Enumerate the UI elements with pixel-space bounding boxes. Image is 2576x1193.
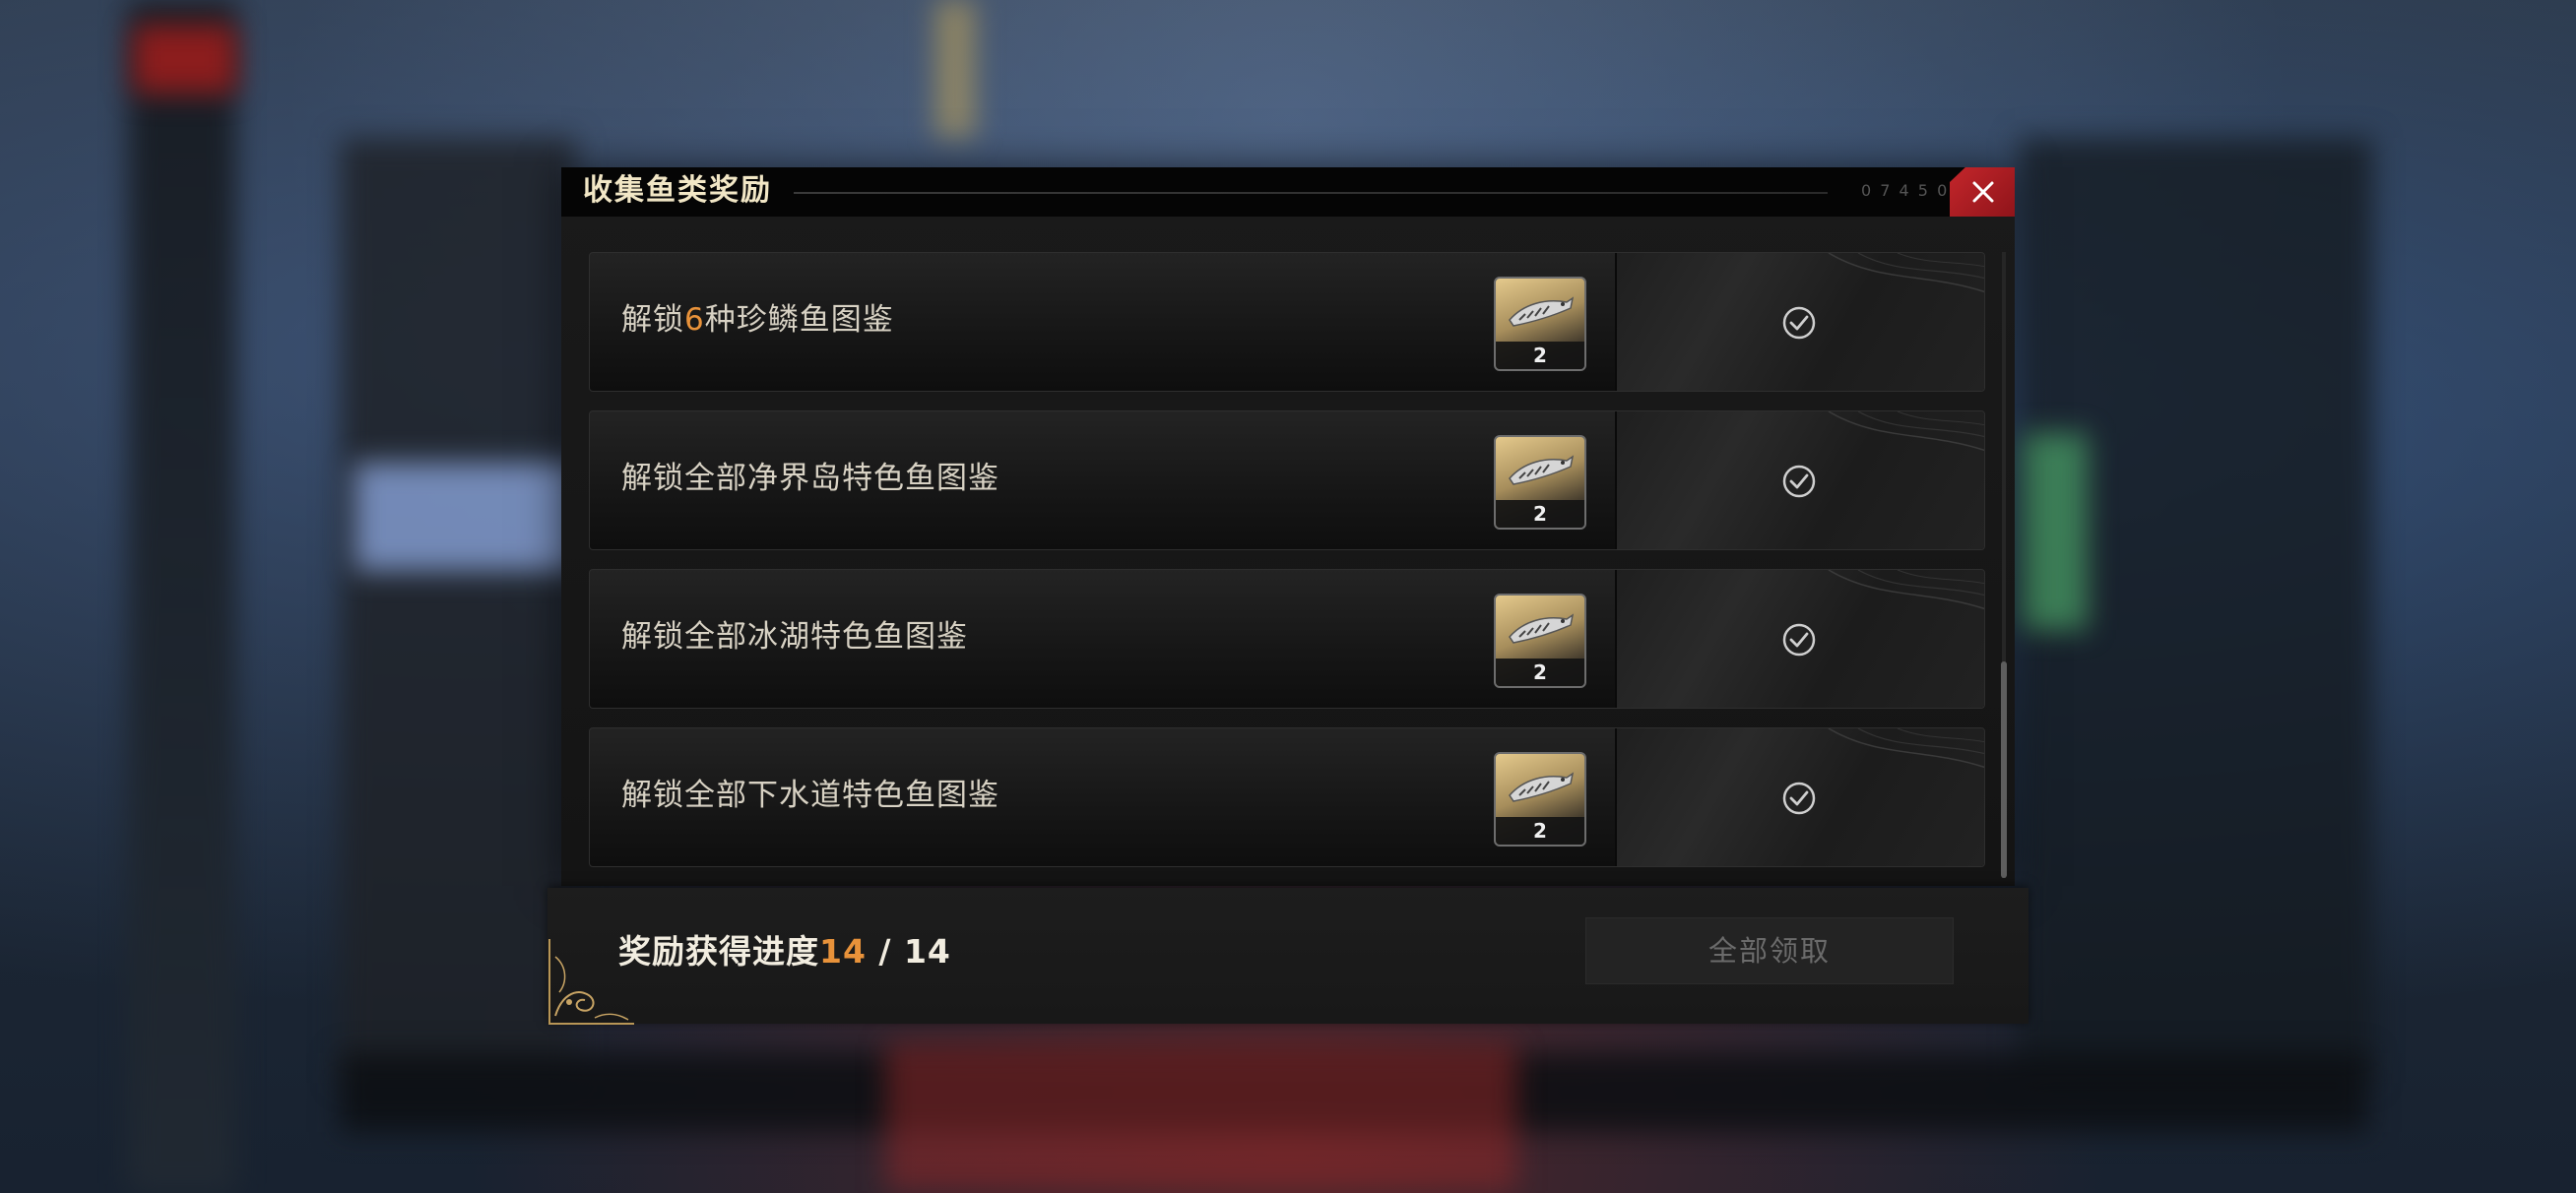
background-left-panel [340,138,576,1083]
background-red-tab [133,25,236,94]
reward-condition-label: 解锁全部冰湖特色鱼图鉴 [621,615,968,659]
reward-item-count: 2 [1496,817,1584,845]
reward-condition-label: 解锁全部净界岛特色鱼图鉴 [621,457,999,500]
reward-progress: 奖励获得进度14 / 14 [618,929,951,974]
collection-reward-dialog: 收集鱼类奖励 0 7 4 5 0 7 解锁6种珍鳞鱼图鉴 2 解锁全部净界岛特色鱼图… [547,167,2029,1025]
title-divider [794,192,1828,194]
check-circle-icon [1782,306,1816,340]
progress-total: 14 [903,932,951,971]
reward-label-suffix: 种珍鳞鱼图鉴 [704,302,894,338]
dialog-title-bar: 收集鱼类奖励 0 7 4 5 0 7 [561,167,2015,217]
fish-lure-icon [1509,772,1575,802]
close-icon [1972,181,1994,203]
game-screen: 收集鱼类奖励 0 7 4 5 0 7 解锁6种珍鳞鱼图鉴 2 解锁全部净界岛特色鱼图… [0,0,2576,1193]
decorative-swirl-icon [1828,728,1984,769]
reward-claim-status[interactable] [1615,728,1984,866]
reward-claim-status[interactable] [1615,253,1984,391]
fish-lure-icon [1509,296,1575,327]
claim-all-button[interactable]: 全部领取 [1585,917,1954,984]
reward-label-prefix: 解锁 [621,302,684,338]
background-light-strip [354,463,581,571]
close-button[interactable] [1950,167,2015,217]
reward-list: 解锁6种珍鳞鱼图鉴 2 解锁全部净界岛特色鱼图鉴 2 解锁全部冰湖特色鱼图鉴 2 解锁全部下… [589,252,1987,882]
reward-item-slot[interactable]: 2 [1494,435,1586,530]
scrollbar-thumb[interactable] [2001,661,2007,878]
decorative-swirl-icon [1828,570,1984,610]
background-green-glow [2019,433,2088,630]
reward-claim-status[interactable] [1615,570,1984,708]
progress-current: 14 [819,932,867,971]
decorative-swirl-icon [1828,411,1984,452]
check-circle-icon [1782,465,1816,498]
reward-label-number: 6 [684,302,705,338]
reward-item-count: 2 [1496,500,1584,528]
reward-label-prefix: 解锁全部下水道特色鱼图鉴 [621,778,999,813]
reward-item-slot[interactable]: 2 [1494,752,1586,847]
decorative-swirl-icon [1828,253,1984,293]
background-pole [935,0,975,138]
progress-separator: / [866,932,904,971]
reward-row: 解锁全部冰湖特色鱼图鉴 2 [589,569,1985,709]
reward-item-count: 2 [1496,659,1584,686]
progress-label-text: 奖励获得进度 [618,932,819,971]
reward-label-prefix: 解锁全部净界岛特色鱼图鉴 [621,461,999,496]
reward-row: 解锁全部净界岛特色鱼图鉴 2 [589,410,1985,550]
reward-item-slot[interactable]: 2 [1494,594,1586,688]
check-circle-icon [1782,782,1816,815]
reward-label-prefix: 解锁全部冰湖特色鱼图鉴 [621,619,968,655]
reward-condition-label: 解锁6种珍鳞鱼图鉴 [621,298,894,342]
dialog-title: 收集鱼类奖励 [583,173,772,208]
reward-row: 解锁全部下水道特色鱼图鉴 2 [589,727,1985,867]
background-red-floor [886,1043,1516,1191]
check-circle-icon [1782,623,1816,657]
reward-condition-label: 解锁全部下水道特色鱼图鉴 [621,774,999,817]
reward-item-slot[interactable]: 2 [1494,277,1586,371]
dialog-footer: 奖励获得进度14 / 14 全部领取 [547,888,2029,1025]
reward-claim-status[interactable] [1615,411,1984,549]
background-side-rail [128,0,236,1193]
reward-row: 解锁6种珍鳞鱼图鉴 2 [589,252,1985,392]
fish-lure-icon [1509,613,1575,644]
fish-lure-icon [1509,455,1575,485]
reward-item-count: 2 [1496,342,1584,369]
